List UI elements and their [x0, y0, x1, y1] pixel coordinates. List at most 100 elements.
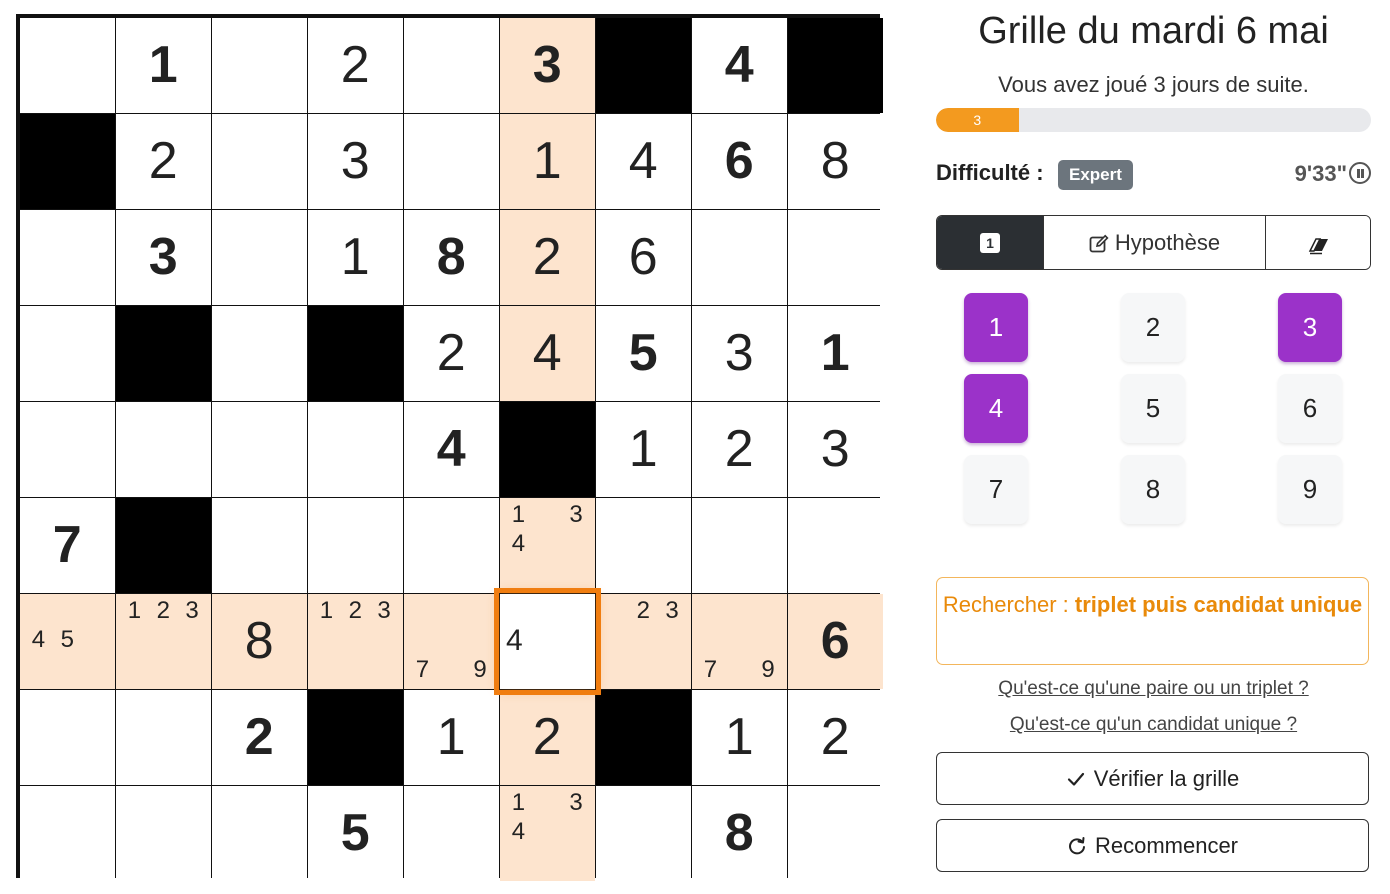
mode-hypothesis-button[interactable]: Hypothèse: [1043, 216, 1265, 269]
grid-cell[interactable]: 2: [788, 690, 883, 785]
cell-value: 2: [532, 708, 562, 767]
grid-cell[interactable]: 79: [692, 594, 787, 689]
grid-cell[interactable]: [116, 402, 211, 497]
grid-cell[interactable]: 123: [308, 594, 403, 689]
grid-cell[interactable]: 123: [116, 594, 211, 689]
numpad-key-1[interactable]: 1: [964, 293, 1028, 362]
grid-cell[interactable]: 1: [692, 690, 787, 785]
grid-cell[interactable]: [788, 498, 883, 593]
grid-cell[interactable]: [404, 114, 499, 209]
grid-cell[interactable]: 8: [692, 786, 787, 881]
grid-cell[interactable]: 3: [308, 114, 403, 209]
restart-button[interactable]: Recommencer: [936, 819, 1369, 872]
numpad-key-5[interactable]: 5: [1121, 374, 1185, 443]
grid-cell[interactable]: 8: [404, 210, 499, 305]
grid-cell[interactable]: 23: [596, 594, 691, 689]
rotate-icon: [1069, 836, 1085, 854]
grid-cell[interactable]: [404, 18, 499, 113]
grid-cell[interactable]: 1: [500, 114, 595, 209]
grid-cell[interactable]: [212, 114, 307, 209]
grid-cell[interactable]: 7: [20, 498, 115, 593]
grid-cell[interactable]: [20, 210, 115, 305]
grid-cell[interactable]: [308, 402, 403, 497]
candidate-digit: [149, 626, 178, 656]
grid-cell[interactable]: [212, 210, 307, 305]
numpad-key-8[interactable]: 8: [1121, 455, 1185, 524]
grid-cell[interactable]: 3: [500, 18, 595, 113]
candidate-digit: 4: [31, 626, 46, 654]
grid-cell[interactable]: [212, 498, 307, 593]
numpad-key-3[interactable]: 3: [1278, 293, 1342, 362]
grid-cell[interactable]: [788, 786, 883, 881]
candidate-digit: [437, 655, 466, 685]
grid-cell[interactable]: 2: [308, 18, 403, 113]
grid-cell[interactable]: 2: [500, 690, 595, 785]
grid-cell[interactable]: 2: [500, 210, 595, 305]
grid-cell[interactable]: 2: [692, 402, 787, 497]
grid-cell[interactable]: [20, 18, 115, 113]
grid-cell[interactable]: 1: [596, 402, 691, 497]
grid-cell[interactable]: [20, 786, 115, 881]
grid-cell[interactable]: 5: [596, 306, 691, 401]
grid-cell[interactable]: 6: [788, 594, 883, 689]
mode-erase-button[interactable]: [1265, 216, 1370, 269]
grid-cell[interactable]: 1 3 4: [500, 498, 595, 593]
grid-cell[interactable]: 4: [404, 402, 499, 497]
grid-cell[interactable]: [404, 786, 499, 881]
grid-cell[interactable]: [20, 306, 115, 401]
grid-cell[interactable]: [308, 498, 403, 593]
grid-cell[interactable]: 4: [596, 114, 691, 209]
grid-cell[interactable]: 6: [596, 210, 691, 305]
cell-value: 2: [436, 324, 466, 383]
grid-cell[interactable]: [116, 786, 211, 881]
grid-cell[interactable]: 3: [692, 306, 787, 401]
given-digit: 4: [724, 36, 754, 95]
grid-cell[interactable]: [212, 306, 307, 401]
numpad-key-7[interactable]: 7: [964, 455, 1028, 524]
grid-cell[interactable]: [212, 402, 307, 497]
cell-value: 2: [724, 420, 754, 479]
grid-cell[interactable]: [212, 786, 307, 881]
grid-cell[interactable]: 2: [116, 114, 211, 209]
grid-cell[interactable]: 8: [788, 114, 883, 209]
grid-cell[interactable]: 3: [116, 210, 211, 305]
grid-cell[interactable]: [20, 402, 115, 497]
link-single-candidate[interactable]: Qu'est-ce qu'un candidat unique ?: [936, 714, 1371, 736]
verify-button[interactable]: Vérifier la grille: [936, 752, 1369, 805]
numpad-key-4[interactable]: 4: [964, 374, 1028, 443]
restart-label: Recommencer: [1094, 832, 1239, 858]
grid-cell[interactable]: 1: [116, 18, 211, 113]
grid-cell[interactable]: 45: [20, 594, 115, 689]
grid-cell[interactable]: [692, 498, 787, 593]
grid-cell[interactable]: 1: [788, 306, 883, 401]
grid-cell[interactable]: 8: [212, 594, 307, 689]
numpad-key-6[interactable]: 6: [1278, 374, 1342, 443]
grid-cell[interactable]: 2: [404, 306, 499, 401]
grid-cell[interactable]: 6: [692, 114, 787, 209]
grid-cell[interactable]: 1: [404, 690, 499, 785]
numpad-key-2[interactable]: 2: [1121, 293, 1185, 362]
grid-cell[interactable]: 5: [308, 786, 403, 881]
link-pair-triplet[interactable]: Qu'est-ce qu'une paire ou un triplet ?: [936, 678, 1371, 700]
grid-cell[interactable]: 3: [788, 402, 883, 497]
grid-cell[interactable]: [404, 498, 499, 593]
grid-cell[interactable]: [596, 786, 691, 881]
candidate-digit: 3: [377, 596, 391, 624]
pause-circle-icon[interactable]: [1349, 162, 1371, 184]
grid-cell[interactable]: [212, 18, 307, 113]
grid-cell[interactable]: 4: [500, 306, 595, 401]
grid-cell[interactable]: 79: [404, 594, 499, 689]
grid-cell[interactable]: [20, 690, 115, 785]
grid-cell[interactable]: [788, 210, 883, 305]
grid-cell[interactable]: 4: [692, 18, 787, 113]
candidate-digit: 3: [569, 788, 583, 816]
grid-cell[interactable]: [116, 690, 211, 785]
grid-cell[interactable]: 2: [212, 690, 307, 785]
grid-cell[interactable]: [596, 498, 691, 593]
grid-cell[interactable]: 1 3 4: [500, 786, 595, 881]
grid-cell[interactable]: 1: [308, 210, 403, 305]
grid-cell[interactable]: [692, 210, 787, 305]
numpad-key-9[interactable]: 9: [1278, 455, 1342, 524]
mode-number-button[interactable]: 1: [937, 216, 1043, 269]
selected-cell[interactable]: 4: [494, 588, 601, 695]
